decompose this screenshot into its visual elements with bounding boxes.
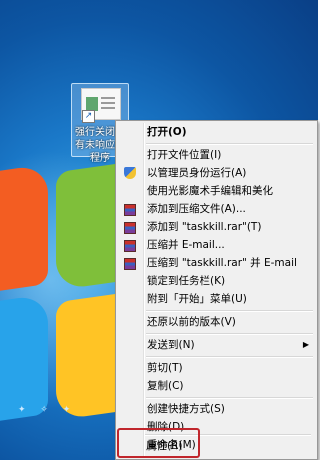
- menu-item-pin-to-start[interactable]: 附到「开始」菜单(U): [118, 290, 315, 308]
- context-menu: 打开(O) 打开文件位置(I) 以管理员身份运行(A) 使用光影魔术手编辑和美化…: [115, 120, 318, 460]
- menu-item-run-as-admin[interactable]: 以管理员身份运行(A): [118, 164, 315, 182]
- menu-item-cut[interactable]: 剪切(T): [118, 359, 315, 377]
- menu-item-label: 压缩并 E-mail...: [147, 239, 225, 251]
- winrar-icon: [124, 258, 136, 270]
- thumbnail-line: [101, 102, 115, 104]
- thumbnail-line: [101, 107, 115, 109]
- menu-separator: [146, 356, 313, 358]
- menu-item-label: 添加到 "taskkill.rar"(T): [147, 221, 262, 233]
- menu-item-copy[interactable]: 复制(C): [118, 377, 315, 395]
- winrar-icon: [124, 222, 136, 234]
- thumbnail-image: [86, 97, 98, 111]
- menu-item-create-shortcut[interactable]: 创建快捷方式(S): [118, 400, 315, 418]
- shield-icon: [124, 167, 136, 179]
- properties-highlight-box: [117, 428, 200, 458]
- menu-item-label: 以管理员身份运行(A): [147, 167, 247, 179]
- menu-item-compress-taskkill-and-email[interactable]: 压缩到 "taskkill.rar" 并 E-mail: [118, 254, 315, 272]
- menu-item-open-file-location[interactable]: 打开文件位置(I): [118, 146, 315, 164]
- menu-item-label: 使用光影魔术手编辑和美化: [147, 185, 273, 197]
- menu-separator: [146, 333, 313, 335]
- menu-item-label: 打开文件位置(I): [147, 149, 222, 161]
- menu-item-label: 创建快捷方式(S): [147, 403, 225, 415]
- menu-item-pin-to-taskbar[interactable]: 锁定到任务栏(K): [118, 272, 315, 290]
- menu-item-label: 打开(O): [147, 126, 187, 138]
- submenu-arrow-icon: ▶: [302, 340, 309, 349]
- menu-item-label: 锁定到任务栏(K): [147, 275, 226, 287]
- menu-separator: [146, 397, 313, 399]
- logo-red-pane: [0, 163, 48, 297]
- menu-item-label: 添加到压缩文件(A)...: [147, 203, 246, 215]
- menu-separator: [146, 310, 313, 312]
- winrar-icon: [124, 240, 136, 252]
- menu-item-label: 还原以前的版本(V): [147, 316, 236, 328]
- menu-item-edit-with-neoimaging[interactable]: 使用光影魔术手编辑和美化: [118, 182, 315, 200]
- menu-item-open[interactable]: 打开(O): [118, 123, 315, 141]
- menu-item-restore-previous-versions[interactable]: 还原以前的版本(V): [118, 313, 315, 331]
- menu-item-label: 剪切(T): [147, 362, 183, 374]
- menu-item-send-to[interactable]: 发送到(N) ▶: [118, 336, 315, 354]
- menu-separator: [146, 143, 313, 145]
- wallpaper-sparkles: ✦ ✧ ✦: [18, 405, 77, 415]
- menu-item-compress-and-email[interactable]: 压缩并 E-mail...: [118, 236, 315, 254]
- menu-item-add-to-taskkill-rar[interactable]: 添加到 "taskkill.rar"(T): [118, 218, 315, 236]
- menu-item-label: 发送到(N): [147, 339, 195, 351]
- thumbnail-line: [101, 97, 115, 99]
- winrar-icon: [124, 204, 136, 216]
- menu-item-label: 压缩到 "taskkill.rar" 并 E-mail: [147, 257, 297, 269]
- menu-item-add-to-archive[interactable]: 添加到压缩文件(A)...: [118, 200, 315, 218]
- menu-item-label: 复制(C): [147, 380, 184, 392]
- menu-item-label: 附到「开始」菜单(U): [147, 293, 247, 305]
- shortcut-arrow-icon: ↗: [82, 110, 95, 123]
